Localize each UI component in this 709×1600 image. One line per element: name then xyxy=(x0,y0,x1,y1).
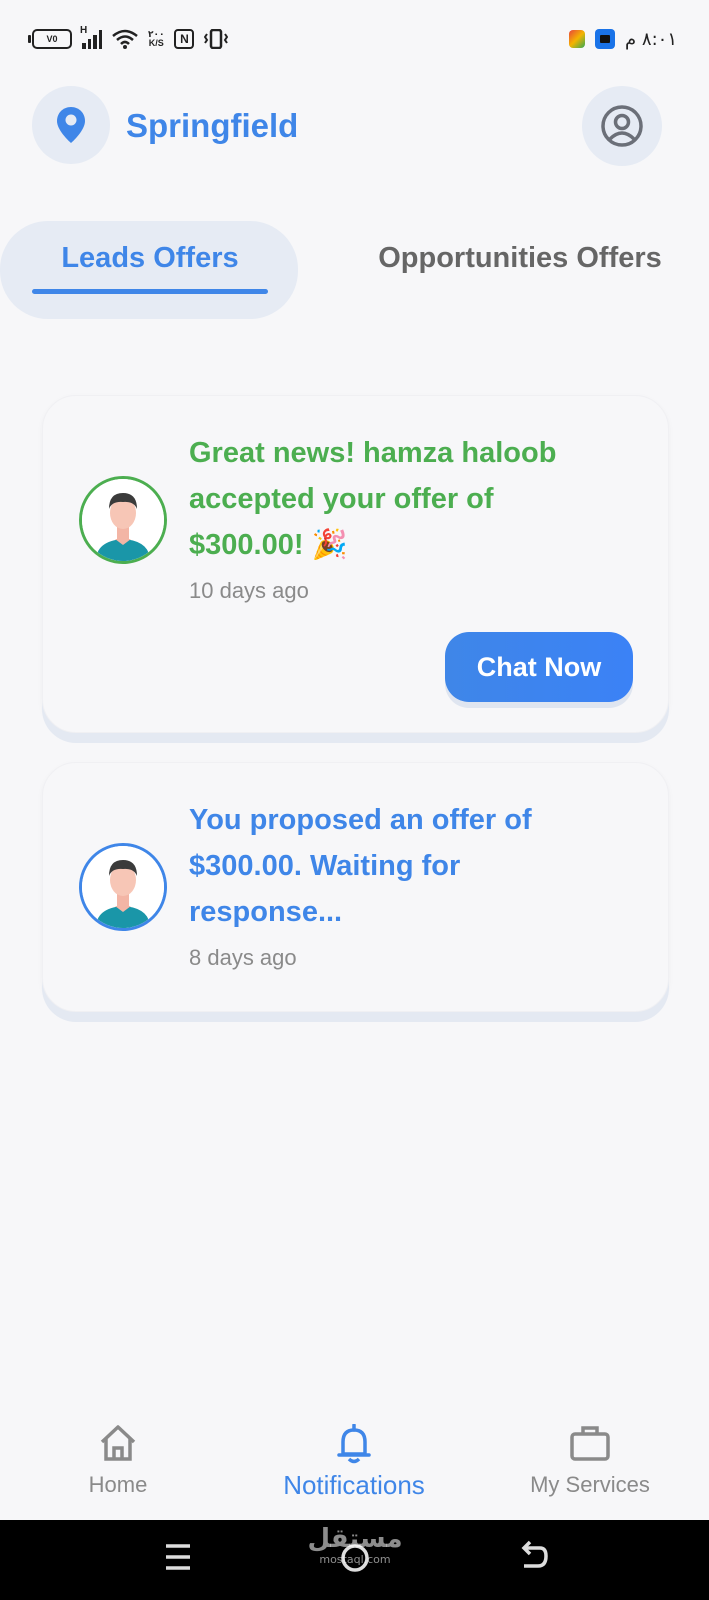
home-icon xyxy=(100,1425,136,1461)
tab-opportunities-offers[interactable]: Opportunities Offers xyxy=(360,238,680,278)
tab-leads-offers-label[interactable]: Leads Offers xyxy=(32,238,268,278)
menu-icon[interactable] xyxy=(164,1540,192,1574)
nav-label-notifications: Notifications xyxy=(283,1470,425,1500)
profile-button[interactable] xyxy=(582,86,662,166)
briefcase-icon xyxy=(570,1426,610,1461)
nav-item-notifications[interactable]: Notifications xyxy=(254,1424,454,1501)
notification-time: 8 days ago xyxy=(189,945,297,970)
video-app-icon xyxy=(595,29,616,49)
chat-now-button[interactable]: Chat Now xyxy=(445,632,633,702)
avatar xyxy=(79,476,167,564)
bottom-navigation: Home Notifications My Services xyxy=(0,1400,709,1520)
status-bar: V0 H ٢٠٠ K/S N ٨:٠١ م xyxy=(0,0,709,78)
nfc-icon: N xyxy=(174,29,195,49)
bell-icon xyxy=(337,1424,371,1464)
location-button[interactable] xyxy=(32,86,110,164)
status-right: ٨:٠١ م xyxy=(569,29,677,50)
map-pin-icon xyxy=(57,107,85,143)
notification-message: Great news! hamza haloob accepted your o… xyxy=(189,437,557,561)
nav-label-my-services: My Services xyxy=(530,1472,650,1497)
app-notification-icon xyxy=(569,30,586,48)
nav-label-home: Home xyxy=(88,1472,148,1497)
cellular-signal-icon: H xyxy=(80,25,102,49)
avatar xyxy=(79,843,167,931)
notification-message: You proposed an offer of $300.00. Waitin… xyxy=(189,804,532,928)
active-tab-indicator xyxy=(32,289,268,294)
watermark-latin: mostaql.com xyxy=(319,1553,391,1566)
user-circle-icon xyxy=(601,105,643,147)
back-icon[interactable] xyxy=(518,1540,548,1574)
wifi-icon xyxy=(112,29,138,49)
network-type-label: H xyxy=(80,25,88,36)
notification-time: 10 days ago xyxy=(189,578,309,603)
nfc-label: N xyxy=(180,32,189,46)
notification-card[interactable]: You proposed an offer of $300.00. Waitin… xyxy=(42,762,669,1012)
watermark: مستقل mostaql.com xyxy=(300,1524,410,1566)
watermark-arabic: مستقل xyxy=(307,1524,403,1554)
speed-unit: K/S xyxy=(148,38,164,48)
battery-icon: V0 xyxy=(28,29,72,49)
nav-item-my-services[interactable]: My Services xyxy=(490,1424,690,1498)
nav-item-home[interactable]: Home xyxy=(18,1424,218,1498)
status-time: ٨:٠١ م xyxy=(625,28,677,50)
vibrate-icon xyxy=(204,29,229,49)
network-speed: ٢٠٠ K/S xyxy=(148,30,164,48)
battery-label: V0 xyxy=(46,34,58,44)
status-left: V0 H ٢٠٠ K/S N xyxy=(28,25,229,49)
notification-card[interactable]: Great news! hamza haloob accepted your o… xyxy=(42,395,669,733)
city-name[interactable]: Springfield xyxy=(126,104,298,148)
